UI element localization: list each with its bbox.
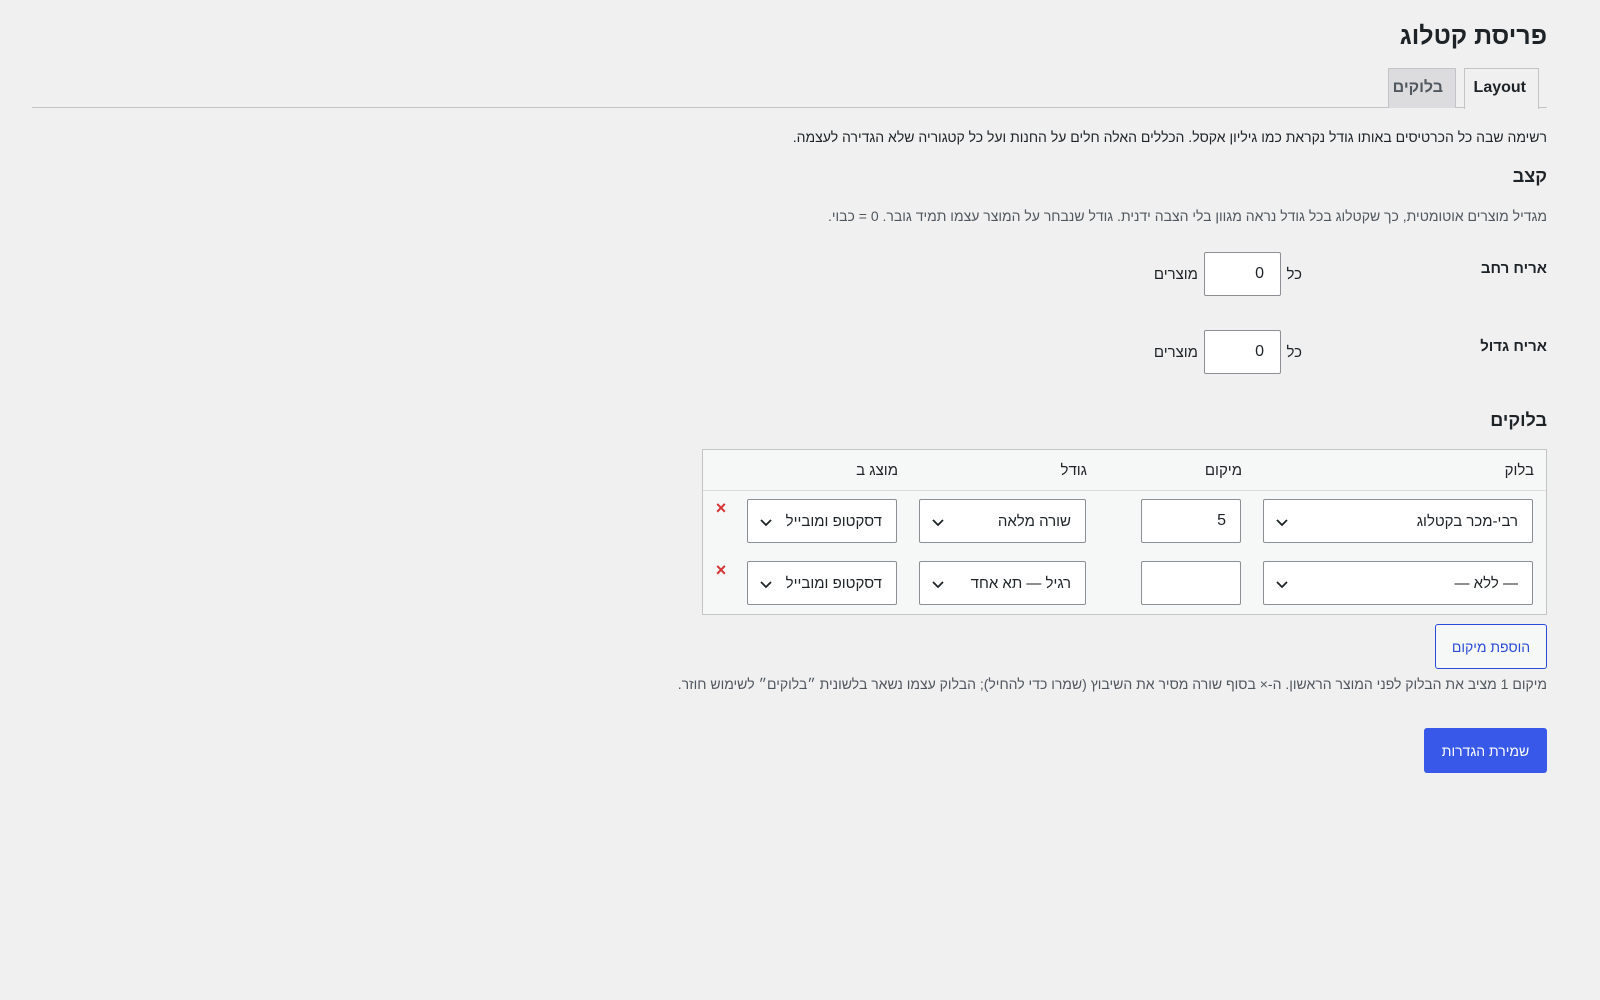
- blocks-table: בלוק מיקום גודל מוצג ב רבי-מכר בקטלוג שו…: [702, 449, 1547, 615]
- save-settings-button[interactable]: שמירת הגדרות: [1424, 728, 1547, 773]
- wide-tile-prefix: כל: [1286, 266, 1302, 283]
- chevron-down-icon: [932, 519, 944, 527]
- size-select[interactable]: שורה מלאה: [919, 499, 1086, 543]
- wide-tile-row: אריח רחב כל מוצרים: [1047, 252, 1547, 296]
- blocks-hint: מיקום 1 מציב את הבלוק לפני המוצר הראשון.…: [677, 676, 1547, 692]
- block-select[interactable]: — ללא —: [1263, 561, 1533, 605]
- size-select[interactable]: רגיל — תא אחד: [919, 561, 1086, 605]
- block-select[interactable]: רבי-מכר בקטלוג: [1263, 499, 1533, 543]
- block-select-value: רבי-מכר בקטלוג: [1416, 513, 1518, 530]
- tab-blocks[interactable]: בלוקים: [1388, 68, 1456, 108]
- cadence-title: קצב: [1512, 166, 1547, 186]
- shown-on-select-value: דסקטופ ומובייל: [785, 575, 882, 592]
- position-input[interactable]: [1141, 561, 1241, 605]
- chevron-down-icon: [760, 581, 772, 589]
- chevron-down-icon: [1276, 519, 1288, 527]
- table-header-divider: [703, 490, 1546, 491]
- shown-on-select[interactable]: דסקטופ ומובייל: [747, 561, 897, 605]
- large-tile-label: אריח גדול: [1480, 338, 1547, 355]
- blocks-title: בלוקים: [1490, 410, 1547, 430]
- large-tile-row: אריח גדול כל מוצרים: [1047, 330, 1547, 374]
- tab-bar: Layout בלוקים: [32, 68, 1547, 109]
- cadence-description: מגדיל מוצרים אוטומטית, כך שקטלוג בכל גוד…: [828, 208, 1547, 224]
- size-select-value: רגיל — תא אחד: [970, 575, 1071, 592]
- chevron-down-icon: [1276, 581, 1288, 589]
- wide-tile-input[interactable]: [1204, 252, 1281, 296]
- column-header-block: בלוק: [1504, 462, 1534, 479]
- tab-layout[interactable]: Layout: [1464, 68, 1539, 109]
- large-tile-input[interactable]: [1204, 330, 1281, 374]
- shown-on-select[interactable]: דסקטופ ומובייל: [747, 499, 897, 543]
- block-select-value: — ללא —: [1454, 575, 1518, 592]
- large-tile-suffix: מוצרים: [1153, 344, 1198, 361]
- chevron-down-icon: [932, 581, 944, 589]
- add-position-button[interactable]: הוספת מיקום: [1435, 624, 1547, 669]
- remove-row-button[interactable]: ×: [713, 561, 729, 579]
- position-input[interactable]: [1141, 499, 1241, 543]
- size-select-value: שורה מלאה: [997, 513, 1071, 530]
- wide-tile-suffix: מוצרים: [1153, 266, 1198, 283]
- large-tile-prefix: כל: [1286, 344, 1302, 361]
- intro-text: רשימה שבה כל הכרטיסים באותו גודל נקראת כ…: [792, 129, 1547, 145]
- chevron-down-icon: [760, 519, 772, 527]
- shown-on-select-value: דסקטופ ומובייל: [785, 513, 882, 530]
- column-header-size: גודל: [1060, 462, 1088, 479]
- column-header-position: מיקום: [1204, 462, 1242, 479]
- wide-tile-label: אריח רחב: [1480, 260, 1547, 277]
- remove-row-button[interactable]: ×: [713, 499, 729, 517]
- page-title: פריסת קטלוג: [1399, 22, 1547, 50]
- column-header-shown-on: מוצג ב: [856, 462, 898, 479]
